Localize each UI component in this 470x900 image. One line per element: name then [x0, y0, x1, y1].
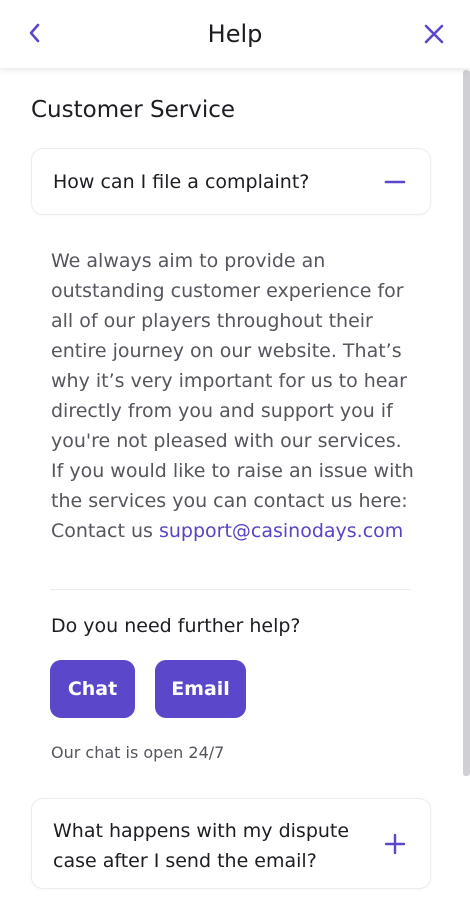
- plus-icon: [384, 833, 406, 855]
- header-bar: Help: [0, 0, 470, 68]
- faq-item-dispute[interactable]: What happens with my dispute case after …: [31, 798, 431, 889]
- scrollbar[interactable]: [463, 70, 470, 776]
- minus-icon: [384, 180, 406, 184]
- close-icon: [424, 24, 444, 44]
- chat-button[interactable]: Chat: [50, 660, 135, 718]
- faq-question: How can I file a complaint?: [53, 171, 310, 193]
- collapse-toggle[interactable]: [382, 169, 408, 195]
- email-button[interactable]: Email: [155, 660, 246, 718]
- faq-answer-text: We always aim to provide an outstanding …: [51, 250, 414, 542]
- section-title: Customer Service: [31, 97, 236, 123]
- faq-item-complaint[interactable]: How can I file a complaint?: [31, 148, 431, 215]
- close-button[interactable]: [418, 18, 450, 50]
- faq-answer: We always aim to provide an outstanding …: [51, 246, 416, 546]
- support-email-link[interactable]: support@casinodays.com: [159, 520, 403, 542]
- help-content: Customer Service How can I file a compla…: [0, 68, 470, 900]
- chat-availability-note: Our chat is open 24/7: [51, 743, 225, 762]
- expand-toggle[interactable]: [382, 831, 408, 857]
- divider: [50, 589, 411, 590]
- faq-question: What happens with my dispute case after …: [53, 820, 350, 872]
- further-help-title: Do you need further help?: [51, 615, 301, 637]
- page-title: Help: [207, 20, 263, 48]
